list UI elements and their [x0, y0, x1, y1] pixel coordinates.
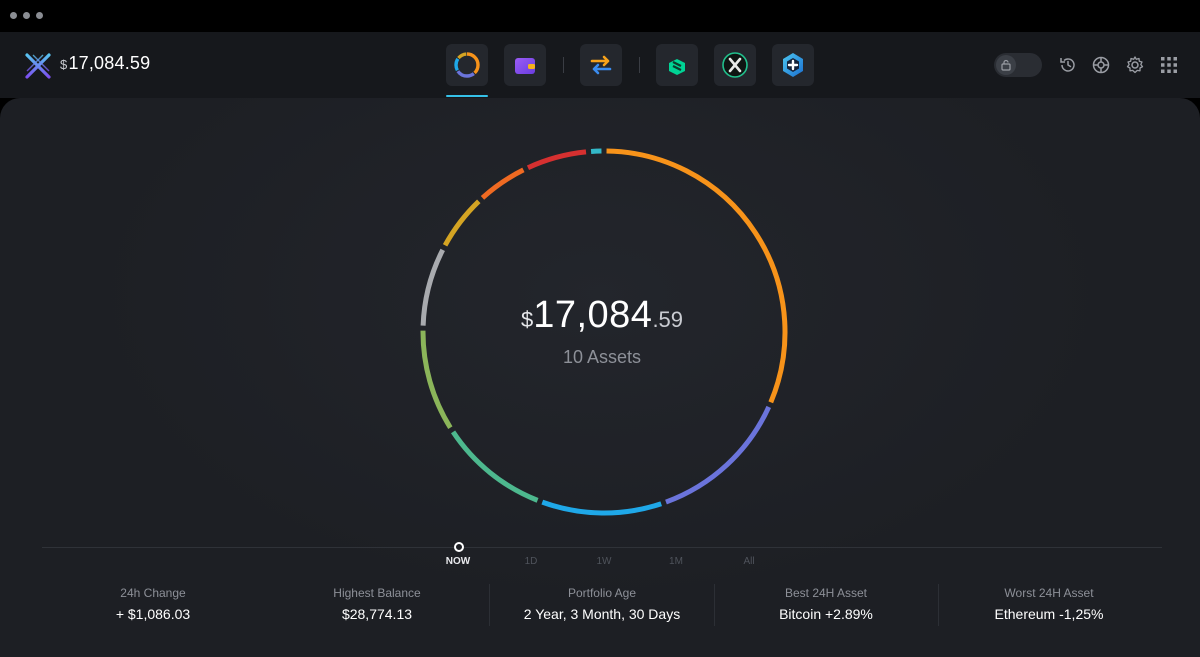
- nav-add-app-button[interactable]: [772, 44, 814, 86]
- header-currency-symbol: $: [60, 57, 68, 72]
- lock-icon: [1001, 59, 1011, 71]
- stat-24h-change: 24h Change + $1,086.03: [41, 586, 265, 622]
- donut-segment-5[interactable]: [420, 330, 453, 429]
- stat-label: 24h Change: [120, 586, 186, 600]
- portfolio-currency-symbol: $: [520, 307, 534, 332]
- stat-value: 2 Year, 3 Month, 30 Days: [523, 606, 681, 622]
- stat-portfolio-age: Portfolio Age 2 Year, 3 Month, 30 Days: [490, 586, 714, 622]
- donut-segment-7[interactable]: [442, 199, 481, 247]
- timeline-track[interactable]: [42, 547, 1162, 548]
- stat-label: Best 24H Asset: [784, 586, 868, 600]
- portfolio-donut-icon: [454, 52, 480, 78]
- portfolio-total-decimal: .59: [652, 307, 684, 332]
- portfolio-total-integer: 17,084: [533, 294, 653, 336]
- help-lifebuoy-icon[interactable]: [1090, 54, 1112, 76]
- nav-active-indicator: [446, 95, 488, 97]
- timeline-option-1w[interactable]: 1W: [584, 556, 624, 567]
- nav-separator: [639, 57, 640, 73]
- stat-label: Highest Balance: [333, 586, 421, 600]
- portfolio-panel: $17,084.59 10 Assets NOW 1D 1W 1M All 24…: [0, 98, 1200, 657]
- window-dot-close[interactable]: [10, 12, 17, 19]
- exchange-arrows-icon: [590, 55, 612, 75]
- x-app-icon: [722, 52, 748, 78]
- lock-toggle[interactable]: [994, 53, 1042, 77]
- stat-best-24h-asset: Best 24H Asset Bitcoin +2.89%: [714, 586, 938, 622]
- nav-separator: [563, 57, 564, 73]
- window-titlebar: [0, 0, 1200, 32]
- stat-value: Bitcoin +2.89%: [779, 606, 873, 622]
- stat-worst-24h-asset: Worst 24H Asset Ethereum -1,25%: [937, 586, 1161, 622]
- compound-app-icon: [669, 59, 685, 75]
- timeline-marker[interactable]: [454, 542, 464, 552]
- timeline-option-all[interactable]: All: [729, 556, 769, 567]
- nav-wallet-button[interactable]: [504, 44, 546, 86]
- nav-x-app-button[interactable]: [714, 44, 756, 86]
- timeline-option-now[interactable]: NOW: [438, 556, 478, 567]
- portfolio-total: $17,084.59: [420, 294, 784, 337]
- stat-label: Portfolio Age: [567, 586, 637, 600]
- stat-highest-balance: Highest Balance $28,774.13: [265, 586, 489, 622]
- donut-segment-9[interactable]: [526, 149, 587, 171]
- wallet-icon: [515, 58, 535, 74]
- apps-grid-icon[interactable]: [1158, 54, 1180, 76]
- settings-gear-icon[interactable]: [1124, 54, 1146, 76]
- donut-segment-2[interactable]: [665, 405, 772, 505]
- timeline-option-1m[interactable]: 1M: [656, 556, 696, 567]
- assets-count-label: 10 Assets: [562, 347, 642, 367]
- header-balance-value: 17,084.59: [68, 53, 151, 73]
- lock-toggle-knob: [996, 55, 1016, 75]
- add-app-icon: [783, 53, 803, 77]
- donut-segment-8[interactable]: [480, 167, 525, 200]
- window-dot-maximize[interactable]: [36, 12, 43, 19]
- window-dot-minimize[interactable]: [23, 12, 30, 19]
- history-icon[interactable]: [1057, 54, 1079, 76]
- header-balance: $17,084.59: [60, 53, 150, 74]
- nav-portfolio-button[interactable]: [446, 44, 488, 86]
- stat-value: $28,774.13: [341, 606, 413, 622]
- donut-segment-4[interactable]: [450, 430, 539, 503]
- stat-label: Worst 24H Asset: [1004, 586, 1094, 600]
- timeline-option-1d[interactable]: 1D: [511, 556, 551, 567]
- nav-exchange-button[interactable]: [580, 44, 622, 86]
- app-header: $17,084.59: [0, 32, 1200, 98]
- stat-value: + $1,086.03: [115, 606, 191, 622]
- exodus-logo-icon: [25, 53, 51, 79]
- stat-value: Ethereum -1,25%: [994, 606, 1104, 622]
- donut-segment-3[interactable]: [541, 499, 662, 516]
- nav-compound-app-button[interactable]: [656, 44, 698, 86]
